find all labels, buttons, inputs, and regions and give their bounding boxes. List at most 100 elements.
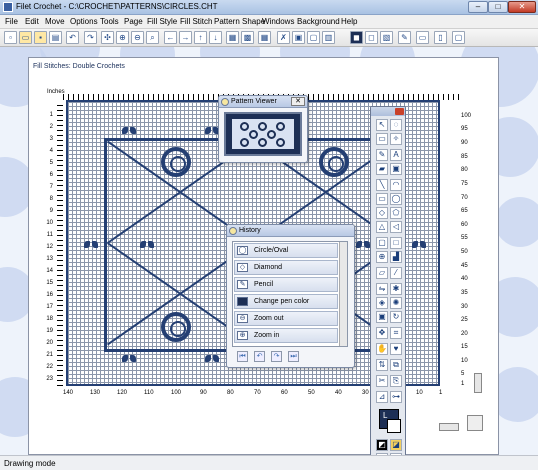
view-icon[interactable]: ▧ (380, 31, 393, 44)
paste-icon[interactable]: ⎘ (390, 375, 402, 387)
crop-rect-icon[interactable]: ▣ (376, 311, 388, 323)
menu-pattern-shape[interactable]: Pattern Shape (214, 17, 265, 26)
polygon-icon[interactable]: ⬠ (390, 207, 402, 219)
pattern-viewer-titlebar[interactable]: Pattern Viewer ✕ (219, 96, 307, 108)
line-icon[interactable]: ╲ (376, 179, 388, 191)
pencil-icon[interactable]: ✎ (376, 149, 388, 161)
zoom-out-icon[interactable]: ⊖ (131, 31, 144, 44)
history-item-pencil[interactable]: ✎ Pencil (234, 277, 338, 292)
text-icon[interactable]: A (390, 149, 402, 161)
fill-icon[interactable]: ▰ (376, 163, 388, 175)
close-button[interactable]: ✕ (508, 1, 536, 13)
undo-icon[interactable]: ↶ (66, 31, 79, 44)
history-list[interactable]: ◯ Circle/Oval ◇ Diamond ✎ Pencil Change … (232, 241, 348, 347)
zoom-fit-icon[interactable]: ✣ (101, 31, 114, 44)
horizontal-scroll-handle[interactable] (439, 423, 459, 431)
history-item-zoom-in[interactable]: ⊕ Zoom in (234, 328, 338, 343)
history-redo-icon[interactable]: ↷ (271, 351, 282, 362)
cut-icon[interactable]: ✂ (376, 375, 388, 387)
vertical-scroll-handle[interactable] (474, 373, 482, 393)
fill-light-icon[interactable]: ◻ (365, 31, 378, 44)
menu-page[interactable]: Page (124, 17, 143, 26)
select-icon[interactable]: ↖ (376, 119, 388, 131)
menu-edit[interactable]: Edit (25, 17, 39, 26)
arrow-left-icon[interactable]: ← (164, 31, 177, 44)
dropper-icon[interactable]: ⁄ (390, 267, 402, 279)
menu-background[interactable]: Background (297, 17, 340, 26)
arrow-down-icon[interactable]: ↓ (209, 31, 222, 44)
save-icon[interactable]: ▪ (34, 31, 47, 44)
window-icon[interactable]: ▭ (416, 31, 429, 44)
history-scrollbar[interactable] (339, 242, 347, 346)
stairs-icon[interactable]: ▟ (390, 251, 402, 263)
arrow-shape-icon[interactable]: ◁ (390, 221, 402, 233)
diamond-icon[interactable]: ◇ (376, 207, 388, 219)
grid-alt-icon[interactable]: ▩ (241, 31, 254, 44)
pattern-viewer-close-button[interactable]: ✕ (291, 97, 305, 106)
history-undo-icon[interactable]: ↶ (254, 351, 265, 362)
print-icon[interactable]: ▤ (49, 31, 62, 44)
copy-icon[interactable]: ⧉ (390, 359, 402, 371)
arrow-up-icon[interactable]: ↑ (194, 31, 207, 44)
history-item-change-pen-color[interactable]: Change pen color (234, 294, 338, 309)
menu-windows[interactable]: Windows (262, 17, 294, 26)
arrow-right-icon[interactable]: → (179, 31, 192, 44)
history-first-icon[interactable]: ⏮ (237, 351, 248, 362)
tool-palette-close-button[interactable] (395, 108, 404, 115)
filter-icon[interactable]: ⊿ (376, 391, 388, 403)
hand-icon[interactable]: ✋ (376, 343, 388, 355)
fill-dark-icon[interactable]: ◼ (350, 31, 363, 44)
edit-icon[interactable]: ✎ (398, 31, 411, 44)
grid-icon[interactable]: ▦ (226, 31, 239, 44)
link-icon[interactable]: ⊶ (390, 391, 402, 403)
rectangle-icon[interactable]: ▭ (376, 193, 388, 205)
menu-file[interactable]: File (5, 17, 18, 26)
fill-pattern-icon[interactable]: ▥ (322, 31, 335, 44)
curve-icon[interactable]: ◠ (390, 179, 402, 191)
flip-icon[interactable]: ⇅ (376, 359, 388, 371)
square-icon[interactable]: □ (390, 237, 402, 249)
swap-colors-icon[interactable]: ◩ (376, 439, 388, 451)
new-icon[interactable]: ▫ (4, 31, 17, 44)
frame-icon[interactable]: ◈ (376, 297, 388, 309)
menu-tools[interactable]: Tools (100, 17, 119, 26)
history-item-diamond[interactable]: ◇ Diamond (234, 260, 338, 275)
pattern-preview[interactable] (224, 112, 302, 156)
tool-palette-titlebar[interactable] (371, 107, 405, 116)
menu-options[interactable]: Options (70, 17, 98, 26)
default-colors-icon[interactable]: ◪ (390, 439, 402, 451)
resize-grip[interactable] (467, 415, 483, 431)
help-icon[interactable]: ▢ (452, 31, 465, 44)
grid-dense-icon[interactable]: ▦ (258, 31, 271, 44)
copy-icon[interactable]: ▣ (292, 31, 305, 44)
rounded-rect-icon[interactable]: ▢ (376, 237, 388, 249)
crop-icon[interactable]: ⌗ (390, 327, 402, 339)
wand-icon[interactable]: ✧ (390, 133, 402, 145)
menu-fill-stitch[interactable]: Fill Stitch (180, 17, 212, 26)
zoom-in-icon[interactable]: ⊕ (116, 31, 129, 44)
zoom-window-icon[interactable]: ⌕ (146, 31, 159, 44)
paint-icon[interactable]: ✱ (390, 283, 402, 295)
heart-icon[interactable]: ♥ (390, 343, 402, 355)
globe-icon[interactable]: ⊕ (376, 251, 388, 263)
history-last-icon[interactable]: ⏭ (288, 351, 299, 362)
minimize-button[interactable]: – (468, 1, 488, 13)
clear-icon[interactable]: ✗ (277, 31, 290, 44)
maximize-button[interactable]: □ (488, 1, 508, 13)
paste-icon[interactable]: ▢ (307, 31, 320, 44)
redo-icon[interactable]: ↷ (84, 31, 97, 44)
lasso-icon[interactable]: ◌ (390, 119, 402, 131)
menu-help[interactable]: Help (341, 17, 357, 26)
triangle-icon[interactable]: △ (376, 221, 388, 233)
rotate-icon[interactable]: ↻ (390, 311, 402, 323)
bucket-icon[interactable]: ▣ (390, 163, 402, 175)
star-icon[interactable]: ✺ (390, 297, 402, 309)
menu-fill-style[interactable]: Fill Style (147, 17, 177, 26)
rect-select-icon[interactable]: ▭ (376, 133, 388, 145)
eraser-icon[interactable]: ▱ (376, 267, 388, 279)
history-item-zoom-out[interactable]: ⊖ Zoom out (234, 311, 338, 326)
history-item-circle-oval[interactable]: ◯ Circle/Oval (234, 243, 338, 258)
move-icon[interactable]: ✥ (376, 327, 388, 339)
layout-icon[interactable]: ▯ (434, 31, 447, 44)
mirror-icon[interactable]: ⇋ (376, 283, 388, 295)
